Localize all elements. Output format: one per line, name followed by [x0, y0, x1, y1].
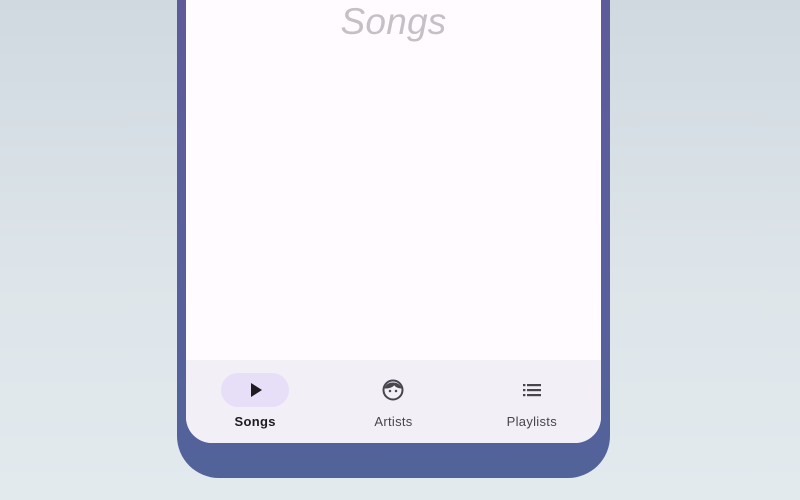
phone-frame: Songs Songs Artists Playlists	[177, 0, 610, 478]
nav-item-songs[interactable]: Songs	[186, 360, 324, 443]
nav-label-songs: Songs	[234, 414, 276, 429]
app-screen: Songs Songs Artists Playlists	[186, 0, 601, 443]
page-title: Songs	[340, 1, 447, 42]
nav-item-artists[interactable]: Artists	[324, 360, 462, 443]
nav-label-playlists: Playlists	[506, 414, 558, 429]
nav-item-playlists[interactable]: Playlists	[463, 360, 601, 443]
nav-label-artists: Artists	[374, 414, 413, 429]
nav-active-indicator	[221, 373, 290, 407]
list-icon	[522, 384, 541, 397]
play-icon	[251, 383, 263, 397]
bottom-navigation-bar: Songs Artists Playlists	[186, 360, 601, 443]
face-icon	[382, 379, 404, 401]
